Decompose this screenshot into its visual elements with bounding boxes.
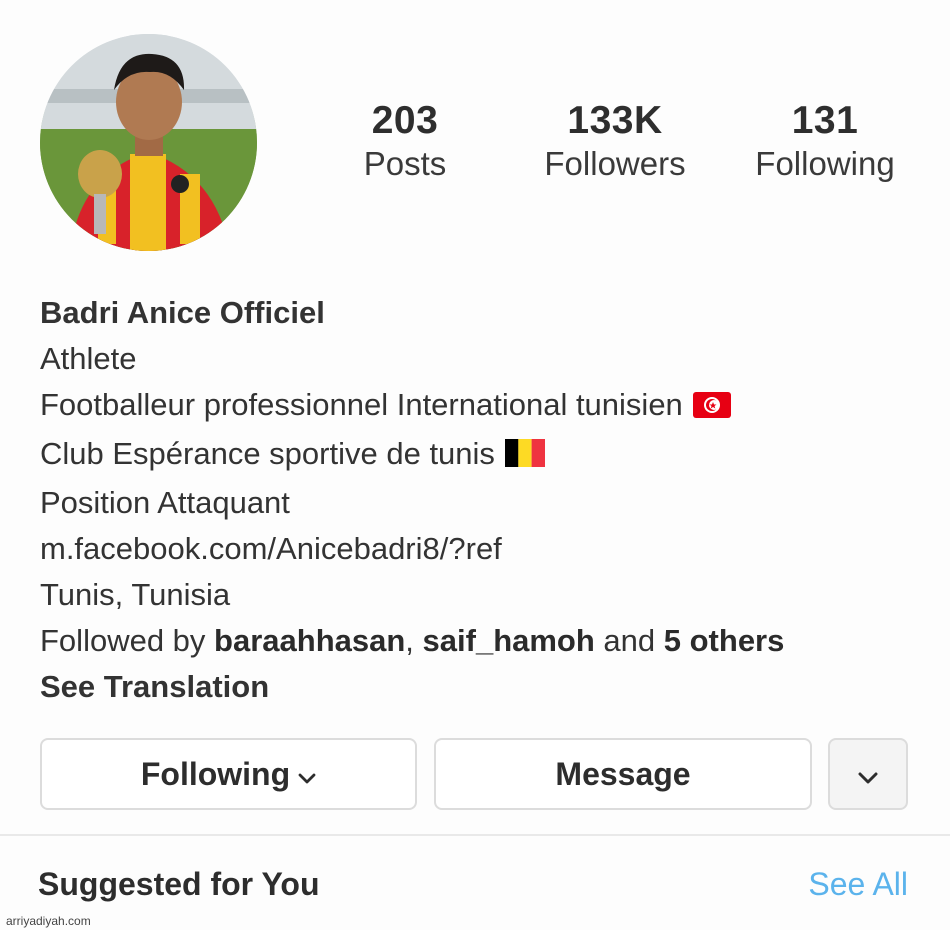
stat-posts-value: 203 (371, 99, 439, 142)
message-button[interactable]: Message (434, 738, 812, 810)
followed-by-others[interactable]: 5 others (664, 623, 785, 658)
profile-category: Athlete (40, 341, 137, 376)
followed-by-user-1[interactable]: baraahhasan (214, 623, 405, 658)
profile-stats: 203 Posts 133K Followers 131 Following (300, 99, 930, 186)
stat-followers-value: 133K (567, 99, 663, 142)
stat-followers-label: Followers (544, 144, 686, 182)
watermark: arriyadiyah.com (6, 914, 91, 928)
profile-location[interactable]: Tunis, Tunisia (40, 572, 930, 618)
section-divider (0, 834, 950, 836)
followed-by: Followed by baraahhasan, saif_hamoh and … (40, 618, 930, 664)
profile-bio: Badri Anice Officiel Athlete Footballeur… (40, 290, 930, 710)
bio-line-2-text: Club Espérance sportive de tunis (40, 436, 495, 471)
belgium-flag-icon (504, 434, 545, 480)
followed-by-and: and (594, 623, 664, 658)
bio-line-1: Footballeur professionnel International … (40, 382, 930, 431)
profile-avatar[interactable] (40, 34, 257, 251)
followed-by-sep: , (405, 623, 423, 658)
profile-actions: Following Message (40, 738, 910, 810)
stat-following[interactable]: 131 Following (720, 99, 930, 186)
bio-line-2: Club Espérance sportive de tunis (40, 431, 930, 480)
followed-by-user-2[interactable]: saif_hamoh (423, 623, 595, 658)
bio-line-1-text: Footballeur professionnel International … (40, 387, 683, 422)
stat-following-value: 131 (791, 99, 859, 142)
stat-followers[interactable]: 133K Followers (510, 99, 720, 186)
profile-name: Badri Anice Officiel (40, 295, 325, 330)
bio-line-3: Position Attaquant (40, 485, 290, 520)
message-button-label: Message (555, 755, 691, 792)
chevron-down-icon (858, 756, 878, 793)
see-all-link[interactable]: See All (808, 866, 908, 903)
see-translation-link[interactable]: See Translation (40, 664, 930, 710)
profile-photo-icon (40, 34, 257, 251)
following-button-label: Following (140, 755, 291, 792)
suggested-title: Suggested for You (38, 866, 320, 902)
stat-following-label: Following (755, 144, 895, 182)
following-button[interactable]: Following (40, 738, 417, 810)
followed-by-prefix: Followed by (40, 623, 215, 658)
profile-link[interactable]: m.facebook.com/Anicebadri8/?ref (40, 526, 930, 572)
suggested-toggle-button[interactable] (828, 738, 908, 810)
stat-posts-label: Posts (363, 144, 447, 182)
stat-posts[interactable]: 203 Posts (300, 99, 510, 186)
chevron-down-icon (298, 756, 316, 793)
tunisia-flag-icon (692, 385, 731, 431)
